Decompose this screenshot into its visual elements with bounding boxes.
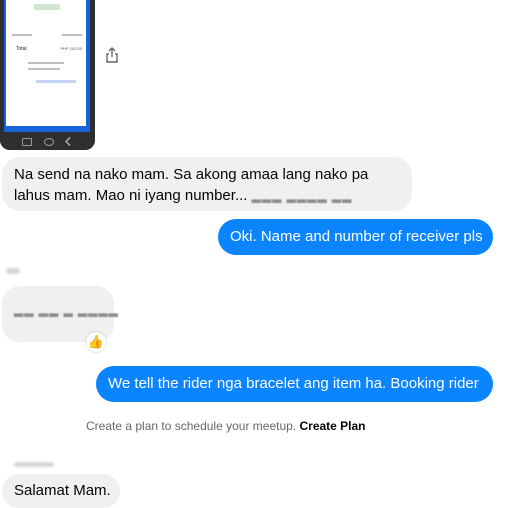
share-icon[interactable] [104, 46, 120, 64]
message-text: We tell the rider nga bracelet ang item … [108, 375, 479, 392]
incoming-message[interactable]: Salamat Mam. [2, 474, 120, 508]
receipt-total-value: PHP 102.00 [60, 46, 83, 51]
message-text: Salamat Mam. [14, 482, 111, 499]
outgoing-message[interactable]: We tell the rider nga bracelet ang item … [96, 366, 493, 402]
create-plan-link[interactable]: Create Plan [299, 419, 365, 433]
sender-name-blurred [14, 462, 54, 467]
redacted-name: ▂▂ ▂▂ ▂ [14, 303, 74, 317]
phone-nav-bar [0, 132, 95, 150]
receipt-line [62, 34, 82, 36]
reaction-emoji: 👍 [87, 334, 105, 349]
outgoing-message[interactable]: Oki. Name and number of receiver pls [218, 219, 493, 255]
back-icon [64, 136, 75, 147]
shared-screenshot-attachment[interactable]: Total PHP 102.00 [0, 0, 95, 150]
receipt-line [28, 68, 60, 70]
receipt-image: Total PHP 102.00 [6, 0, 86, 126]
plan-prompt-text: Create a plan to schedule your meetup. [86, 419, 297, 433]
incoming-message[interactable]: Na send na nako mam. Sa akong amaa lang … [2, 157, 412, 211]
message-text: Oki. Name and number of receiver pls [230, 228, 483, 245]
message-line: Na send na nako mam. Sa akong amaa lang … [14, 166, 369, 183]
receipt-line [28, 62, 64, 64]
message-text: lahus mam. Mao ni iyang number... [14, 187, 248, 204]
sender-avatar-blurred [6, 268, 20, 274]
message-line: lahus mam. Mao ni iyang number... ▂▂▂ ▂▂… [14, 185, 400, 207]
recent-apps-icon [22, 138, 32, 146]
receipt-line [12, 34, 32, 36]
plan-prompt: Create a plan to schedule your meetup. C… [86, 419, 366, 433]
receipt-link [36, 80, 76, 83]
thumbs-up-reaction-icon[interactable]: 👍 [86, 332, 106, 352]
redacted-number: ▂▂▂▂ [77, 303, 119, 317]
phone-screen: Total PHP 102.00 [4, 0, 90, 132]
receipt-total-label: Total [16, 46, 27, 52]
redacted-number: ▂▂▂ ▂▂▂▂ ▂▂ [251, 189, 353, 203]
home-icon [44, 138, 54, 146]
receipt-logo [34, 4, 60, 10]
